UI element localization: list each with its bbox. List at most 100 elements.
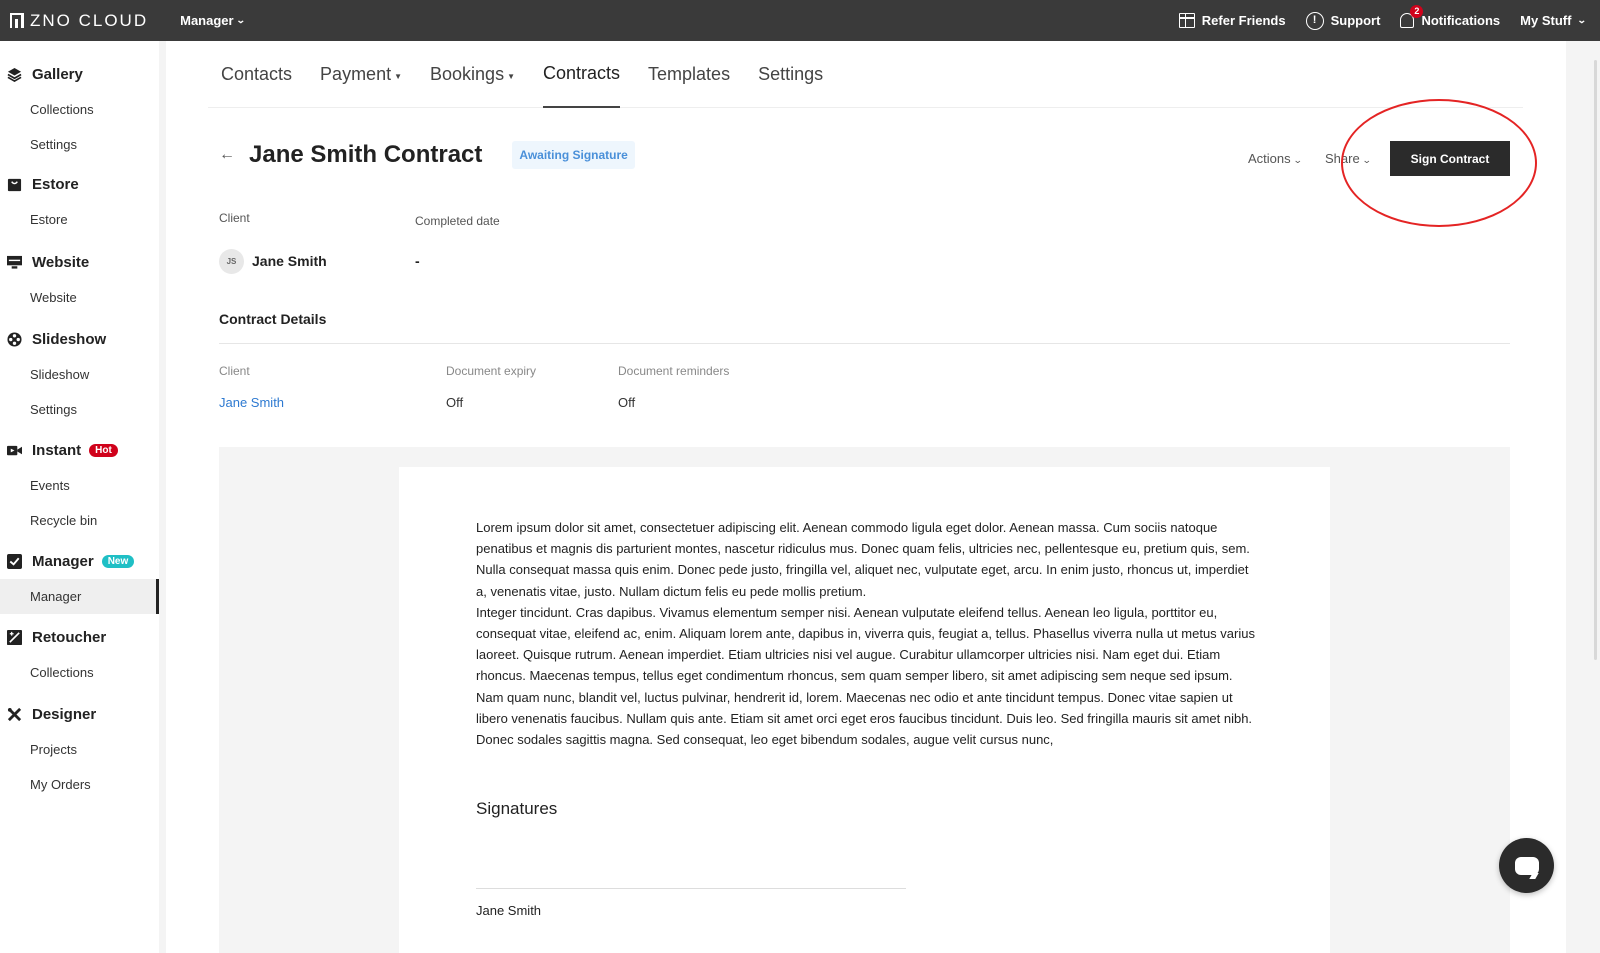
sidebar-item-gallery-settings[interactable]: Settings — [0, 127, 159, 162]
document-page: Lorem ipsum dolor sit amet, consectetuer… — [399, 467, 1330, 953]
details-client-label: Client — [219, 364, 250, 378]
actions-label: Actions — [1248, 151, 1291, 166]
top-bar: ZNO CLOUD Manager ⌄ Refer Friends ! Supp… — [0, 0, 1600, 41]
refer-friends-label: Refer Friends — [1201, 13, 1286, 28]
tab-contacts[interactable]: Contacts — [221, 41, 292, 108]
notifications-label: Notifications — [1421, 13, 1501, 28]
brand-name: ZNO CLOUD — [30, 10, 149, 30]
checkbox-icon — [7, 553, 22, 569]
tab-bookings[interactable]: Bookings ▼ — [430, 41, 515, 108]
divider — [219, 343, 1510, 344]
contract-details-title: Contract Details — [219, 311, 327, 327]
tab-settings[interactable]: Settings — [758, 41, 823, 108]
completed-date-label: Completed date — [415, 214, 500, 228]
zno-logo-icon — [10, 13, 24, 28]
sidebar: Gallery Collections Settings Estore Esto… — [0, 41, 159, 953]
document-reminders-value: Off — [618, 395, 636, 410]
sidebar-item-my-orders[interactable]: My Orders — [0, 767, 159, 802]
sidebar-section-gallery[interactable]: Gallery — [0, 56, 159, 92]
sidebar-section-label: Instant — [32, 441, 82, 459]
sidebar-section-label: Website — [32, 253, 90, 271]
share-label: Share — [1325, 151, 1360, 166]
sidebar-item-website[interactable]: Website — [0, 280, 159, 315]
page-title: Jane Smith Contract — [249, 141, 483, 168]
bag-icon — [7, 178, 22, 191]
status-badge: Awaiting Signature — [512, 141, 635, 169]
sidebar-section-slideshow[interactable]: Slideshow — [0, 321, 159, 357]
signatures-heading: Signatures — [476, 799, 558, 818]
sidebar-section-label: Gallery — [32, 65, 83, 83]
sidebar-section-label: Slideshow — [32, 330, 107, 348]
tab-label: Contracts — [543, 63, 621, 83]
my-stuff-label: My Stuff — [1520, 13, 1572, 28]
my-stuff-menu[interactable]: My Stuff ⌄ — [1520, 13, 1588, 28]
scrollbar-thumb[interactable] — [1594, 60, 1597, 660]
sidebar-item-gallery-collections[interactable]: Collections — [0, 92, 159, 127]
tab-templates[interactable]: Templates — [648, 41, 730, 108]
brand-logo[interactable]: ZNO CLOUD — [10, 11, 148, 31]
chat-button[interactable] — [1499, 838, 1554, 893]
document-expiry-label: Document expiry — [446, 364, 537, 378]
tab-payment[interactable]: Payment ▼ — [320, 41, 402, 108]
layers-icon — [7, 67, 22, 82]
sidebar-item-estore[interactable]: Estore — [0, 202, 159, 237]
completed-date-value: - — [415, 253, 420, 269]
document-paragraph: Lorem ipsum dolor sit amet, consectetuer… — [476, 520, 1250, 599]
chat-bubble-icon — [1514, 856, 1539, 875]
avatar: JS — [219, 249, 244, 274]
contract-header: ← Jane Smith Contract Awaiting Signature — [219, 141, 635, 169]
support-link[interactable]: ! Support — [1305, 11, 1381, 30]
notifications-link[interactable]: 2 Notifications — [1400, 5, 1501, 28]
product-switcher[interactable]: Manager ⌄ — [180, 13, 246, 28]
hot-badge: Hot — [89, 443, 118, 457]
document-body: Lorem ipsum dolor sit amet, consectetuer… — [476, 517, 1256, 750]
actions-dropdown[interactable]: Actions ⌄ — [1248, 151, 1303, 166]
signer-name: Jane Smith — [476, 903, 542, 918]
sidebar-item-events[interactable]: Events — [0, 468, 159, 503]
tab-label: Settings — [758, 64, 824, 84]
product-switcher-label: Manager — [180, 13, 234, 28]
support-label: Support — [1330, 13, 1381, 28]
back-arrow-icon[interactable]: ← — [219, 146, 235, 164]
tab-label: Bookings — [430, 64, 505, 84]
sidebar-section-website[interactable]: Website — [0, 244, 159, 280]
gift-icon — [1178, 13, 1195, 28]
sidebar-item-retoucher-collections[interactable]: Collections — [0, 655, 159, 690]
sidebar-item-projects[interactable]: Projects — [0, 732, 159, 767]
sidebar-item-slideshow-settings[interactable]: Settings — [0, 392, 159, 427]
sidebar-item-manager[interactable]: Manager — [0, 579, 159, 614]
sidebar-section-retoucher[interactable]: Retoucher — [0, 619, 159, 655]
document-preview: Lorem ipsum dolor sit amet, consectetuer… — [219, 447, 1510, 953]
retouch-icon — [7, 629, 22, 645]
document-reminders-label: Document reminders — [618, 364, 730, 378]
client-link[interactable]: Jane Smith — [219, 395, 284, 410]
chevron-down-icon: ⌄ — [235, 15, 246, 25]
document-paragraph: Integer tincidunt. Cras dapibus. Vivamus… — [476, 604, 1255, 748]
sidebar-section-designer[interactable]: Designer — [0, 696, 159, 732]
sidebar-item-recycle-bin[interactable]: Recycle bin — [0, 503, 159, 538]
film-reel-icon — [7, 331, 22, 347]
sidebar-section-instant[interactable]: Instant Hot — [0, 432, 159, 468]
tab-label: Payment — [320, 64, 392, 84]
sidebar-section-label: Designer — [32, 705, 97, 723]
main-content: Contacts Payment ▼ Bookings ▼ Contracts Te… — [166, 41, 1566, 953]
sidebar-section-estore[interactable]: Estore — [0, 166, 159, 202]
chevron-down-icon: ⌄ — [1577, 15, 1588, 25]
tab-contracts[interactable]: Contracts — [543, 41, 621, 108]
client-name: Jane Smith — [252, 253, 327, 269]
alert-circle-icon: ! — [1305, 11, 1324, 30]
tab-label: Templates — [648, 64, 731, 84]
sidebar-section-manager[interactable]: Manager New — [0, 543, 159, 579]
caret-down-icon: ▼ — [394, 71, 403, 81]
monitor-icon — [7, 255, 22, 269]
design-tools-icon — [7, 707, 22, 721]
manager-tabs: Contacts Payment ▼ Bookings ▼ Contracts Te… — [208, 41, 1523, 108]
sign-contract-button[interactable]: Sign Contract — [1390, 141, 1510, 176]
share-dropdown[interactable]: Share ⌄ — [1325, 151, 1372, 166]
sidebar-section-label: Retoucher — [32, 628, 107, 646]
client-label: Client — [219, 211, 250, 225]
refer-friends-link[interactable]: Refer Friends — [1178, 13, 1286, 28]
sidebar-item-slideshow[interactable]: Slideshow — [0, 357, 159, 392]
caret-down-icon: ▼ — [507, 71, 515, 81]
video-camera-icon — [7, 445, 22, 455]
